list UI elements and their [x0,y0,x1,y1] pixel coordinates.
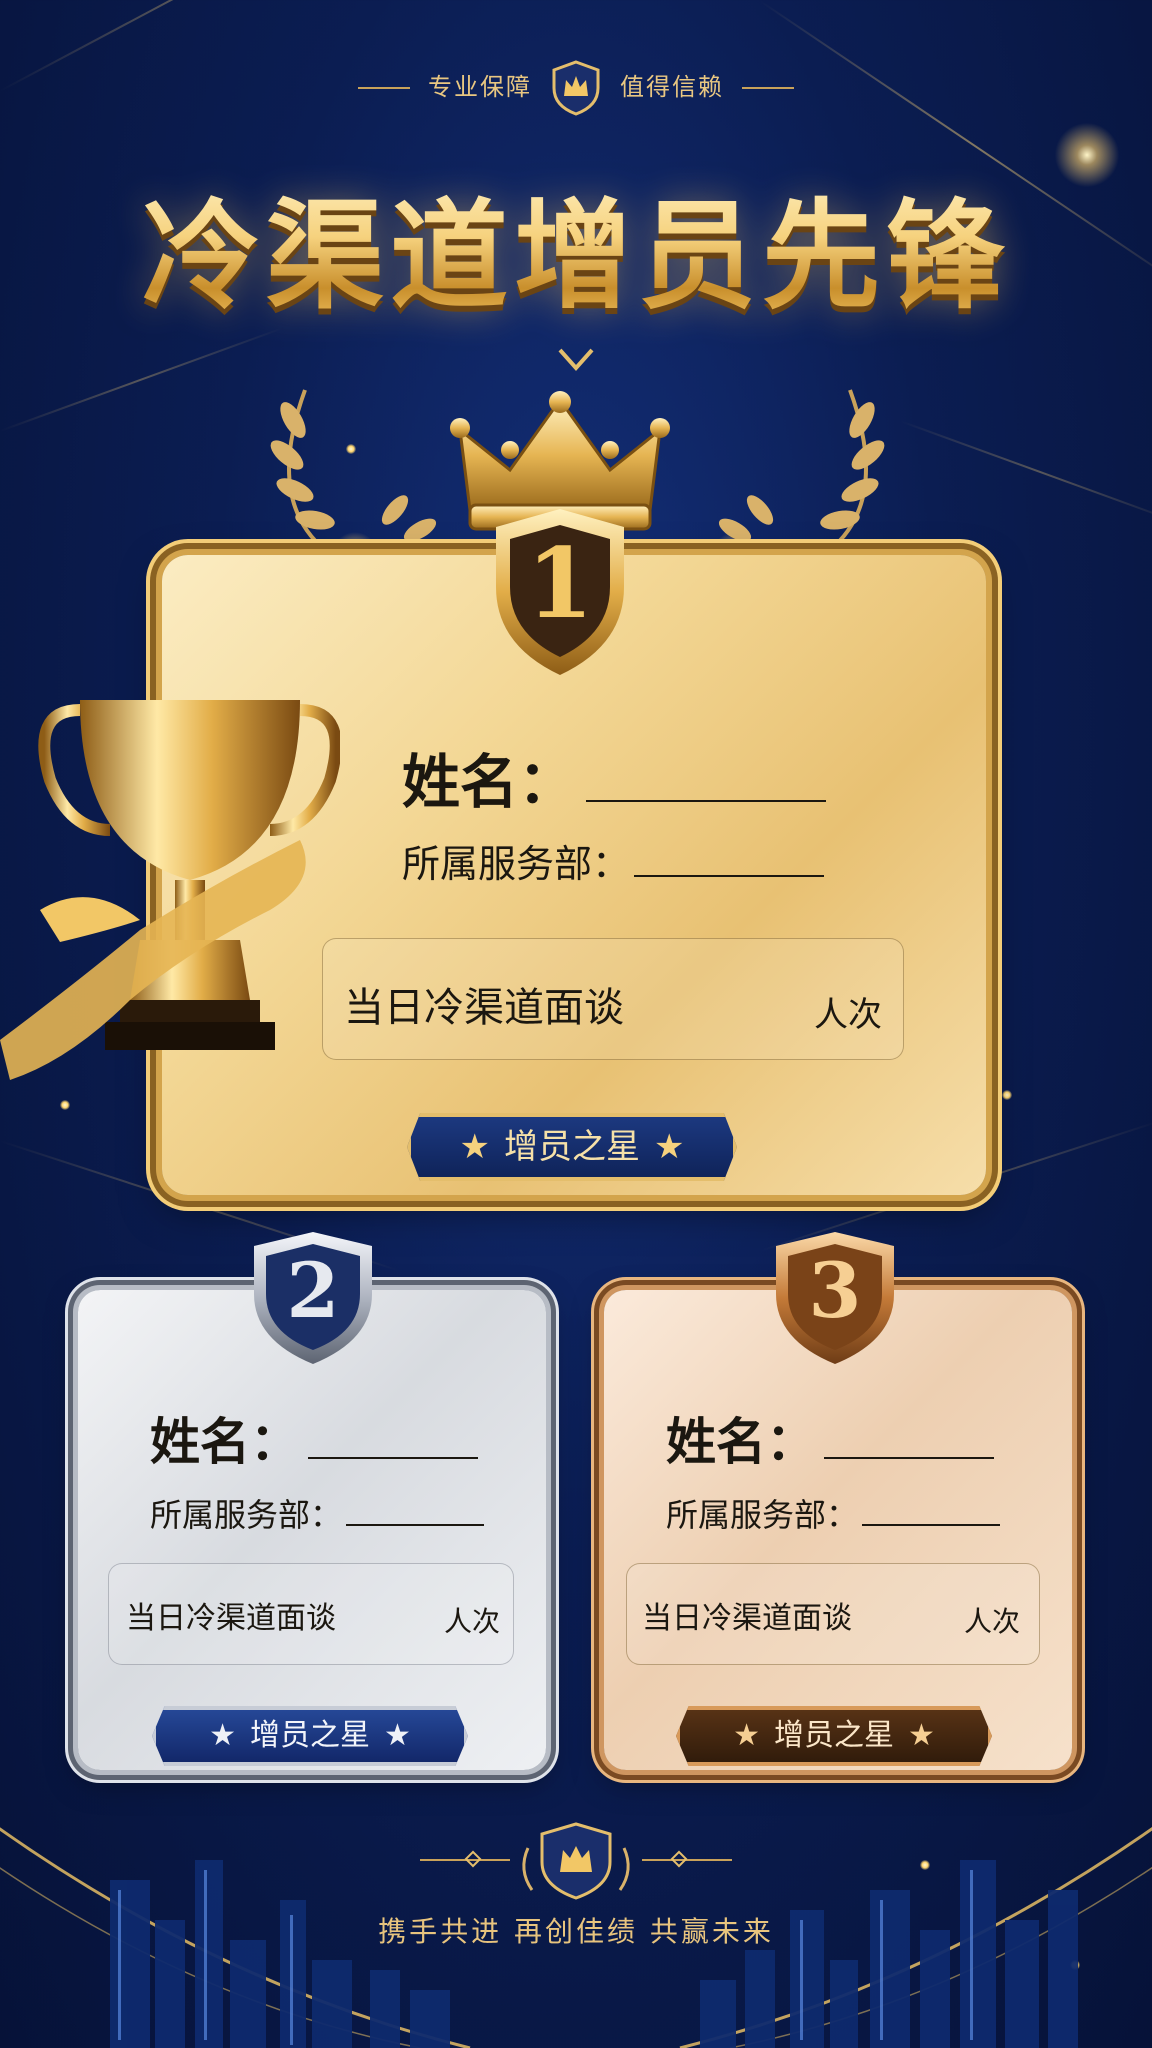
star-banner: ★ 增员之星 ★ [152,1706,468,1766]
dept-blank [346,1494,485,1526]
star-icon: ★ [733,1718,760,1753]
laurel-icon [270,389,437,552]
star-icon: ★ [384,1718,411,1753]
rank-number: 1 [526,527,594,640]
light-beam [899,420,1152,525]
divider [742,87,794,89]
star-banner: ★ 增员之星 ★ [407,1113,737,1181]
name-blank [308,1415,478,1459]
sparkle [1002,1090,1012,1100]
name-label: 姓名： [150,1413,300,1471]
name-blank [824,1415,994,1459]
light-beam [0,327,283,432]
dept-field: 所属服务部： [666,1490,1001,1536]
crown-shield-icon [550,60,602,116]
dept-field: 所属服务部： [150,1490,485,1536]
dept-blank [634,841,825,877]
stat-unit: 人次 [814,995,882,1035]
chevron-down-icon [558,348,594,372]
star-icon: ★ [459,1127,490,1167]
footer-emblem [420,1820,732,1900]
name-label: 姓名： [402,748,577,816]
banner-label: 增员之星 [250,1718,370,1753]
star-icon: ★ [654,1127,685,1167]
name-field: 姓名： [150,1402,478,1474]
name-field: 姓名： [402,735,827,819]
dept-blank [862,1494,1001,1526]
rank-2-shield: 2 [248,1228,378,1368]
trophy-icon [0,700,340,1080]
rank-number: 2 [286,1246,340,1335]
banner-label: 增员之星 [504,1127,640,1167]
dept-field: 所属服务部： [402,833,825,888]
banner-label: 增员之星 [774,1718,894,1753]
dept-label: 所属服务部： [666,1496,859,1534]
name-blank [586,750,827,802]
tagline-left: 专业保障 [428,73,532,101]
stat-label: 当日冷渠道面谈 [126,1601,336,1636]
star-banner: ★ 增员之星 ★ [676,1706,992,1766]
rank-1-shield: 1 [490,505,630,680]
rank-number: 3 [808,1246,862,1335]
page-title: 冷渠道增员先锋 [0,160,1152,331]
stat-unit: 人次 [444,1605,501,1638]
name-field: 姓名： [666,1402,994,1474]
dept-label: 所属服务部： [150,1496,343,1534]
star-icon: ★ [908,1718,935,1753]
sparkle [60,1100,70,1110]
tagline: 专业保障 值得信赖 [0,60,1152,116]
laurel-icon [718,389,885,552]
stat-label: 当日冷渠道面谈 [344,985,624,1031]
star-icon: ★ [209,1718,236,1753]
divider [358,87,410,89]
dept-label: 所属服务部： [402,842,631,886]
rank-3-shield: 3 [770,1228,900,1368]
stat-label: 当日冷渠道面谈 [642,1601,852,1636]
footer-slogan: 携手共进 再创佳绩 共赢未来 [378,1915,774,1948]
tagline-right: 值得信赖 [620,73,724,101]
stat-unit: 人次 [964,1605,1021,1638]
name-label: 姓名： [666,1413,816,1471]
